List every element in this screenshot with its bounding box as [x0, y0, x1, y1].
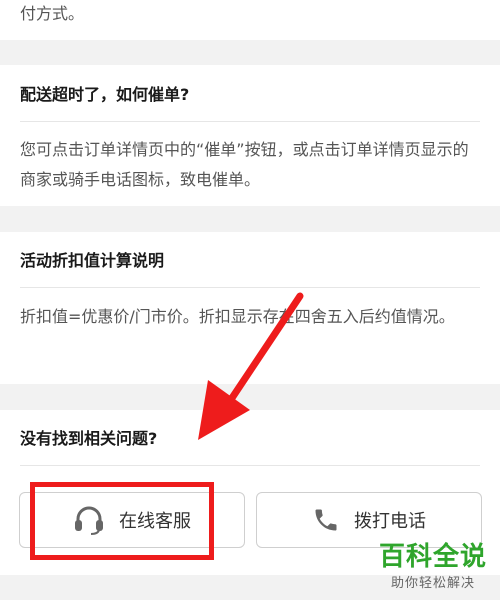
phone-icon [312, 506, 340, 534]
help-title: 没有找到相关问题? [20, 429, 158, 448]
faq-answer: 您可点击订单详情页中的“催单”按钮，或点击订单详情页显示的商家或骑手电话图标，致… [20, 140, 469, 189]
watermark-title: 百科全说 [378, 542, 487, 572]
watermark: 百科全说 助你轻松解决 [374, 542, 492, 592]
call-phone-label: 拨打电话 [354, 511, 426, 532]
watermark-subtitle: 助你轻松解决 [390, 576, 475, 591]
call-phone-button[interactable]: 拨打电话 [256, 492, 482, 548]
faq-answer: 折扣值=优惠价/门市价。折扣显示存在四舍五入后约值情况。 [20, 307, 455, 326]
faq-card: 配送超时了，如何催单? 您可点击订单详情页中的“催单”按钮，或点击订单详情页显示… [0, 65, 500, 206]
online-service-label: 在线客服 [119, 511, 191, 532]
online-service-button[interactable]: 在线客服 [19, 492, 245, 548]
previous-answer-tail: 付方式。 [20, 4, 85, 23]
divider [20, 121, 480, 122]
divider [20, 287, 480, 288]
divider [20, 465, 480, 466]
faq-card: 活动折扣值计算说明 折扣值=优惠价/门市价。折扣显示存在四舍五入后约值情况。 [0, 232, 500, 384]
faq-question[interactable]: 配送超时了，如何催单? [20, 83, 189, 107]
previous-answer-card: 付方式。 [0, 0, 500, 40]
headset-icon [73, 505, 105, 535]
faq-question[interactable]: 活动折扣值计算说明 [20, 249, 164, 273]
